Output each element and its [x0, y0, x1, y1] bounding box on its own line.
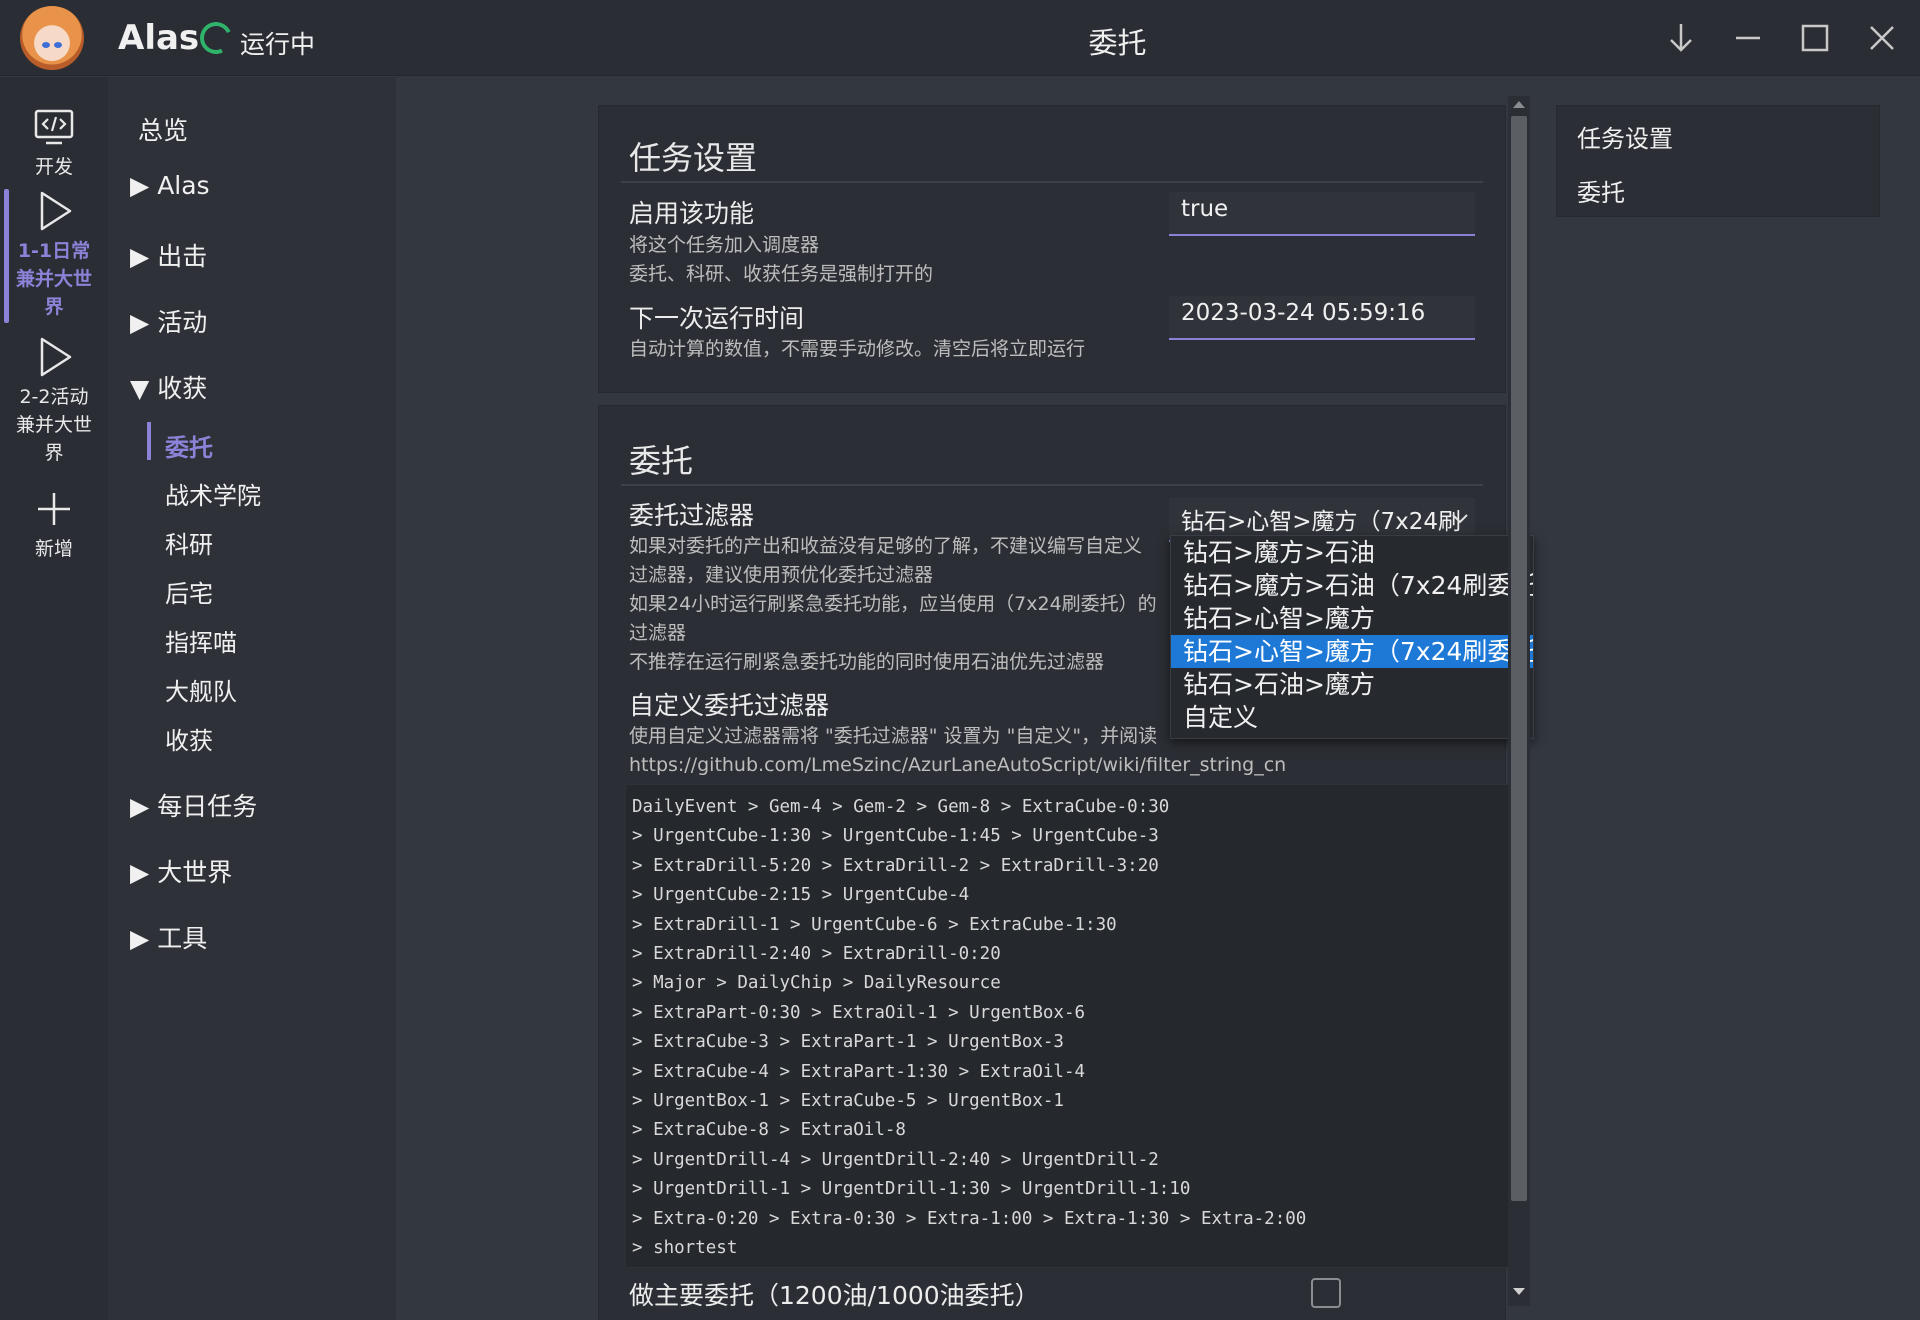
scroll-down-arrow-icon[interactable]: [1513, 1288, 1525, 1295]
nav-item-tactical-class[interactable]: 战术学院: [165, 476, 261, 511]
major-commission-label: 做主要委托（1200油/1000油委托）: [629, 1281, 1040, 1310]
nav-group-label: 收获: [157, 374, 208, 403]
next-run-help: 自动计算的数值，不需要手动修改。清空后将立即运行: [629, 338, 1086, 360]
custom-filter-textarea[interactable]: DailyEvent > Gem-4 > Gem-2 > Gem-8 > Ext…: [625, 784, 1509, 1268]
dropdown-option[interactable]: 自定义: [1171, 701, 1533, 734]
nav-group-event[interactable]: ▶ 活动: [130, 303, 207, 339]
dropdown-option-selected[interactable]: 钻石>心智>魔方（7x24刷委托）: [1171, 635, 1533, 668]
rail-item-label: 1-1日常兼并大世界: [15, 240, 92, 318]
help-line: 委托、科研、收获任务是强制打开的: [629, 263, 934, 285]
nav-group-label: 活动: [157, 308, 208, 337]
rail-item-instance-1[interactable]: 1-1日常兼并大世界: [0, 187, 108, 321]
divider: [621, 484, 1483, 486]
card-title: 委托: [629, 442, 694, 480]
rail-item-instance-2[interactable]: 2-2活动兼并大世界: [0, 333, 108, 467]
maximize-icon: [1801, 24, 1829, 52]
help-line: 过滤器，建议使用预优化委托过滤器: [629, 564, 934, 586]
toc-item-task-settings[interactable]: 任务设置: [1577, 119, 1673, 154]
enable-field[interactable]: true: [1169, 192, 1475, 236]
nav-group-label: 出击: [157, 242, 208, 271]
nav-item-reward[interactable]: 收获: [165, 721, 213, 756]
dropdown-option[interactable]: 钻石>魔方>石油（7x24刷委托）: [1171, 569, 1533, 602]
rail-item-label: 新增: [34, 538, 73, 560]
nav-group-alas[interactable]: ▶ Alas: [130, 171, 210, 200]
nav-group-label: 工具: [157, 924, 208, 953]
maximize-button[interactable]: [1795, 18, 1835, 58]
instance-rail: 开发 1-1日常兼并大世界 2-2活动兼并大世界 新增: [0, 77, 108, 1320]
app-name: Alas: [118, 18, 200, 58]
nav-group-daily[interactable]: ▶ 每日任务: [130, 787, 257, 823]
enable-label: 启用该功能: [629, 199, 755, 228]
filter-help: 如果对委托的产出和收益没有足够的了解，不建议编写自定义 过滤器，建议使用预优化委…: [629, 532, 1157, 677]
rail-item-label: 开发: [34, 156, 73, 178]
download-button[interactable]: [1661, 18, 1701, 58]
status-text: 运行中: [240, 30, 316, 59]
close-icon: [1870, 26, 1894, 50]
rail-item-add[interactable]: 新增: [0, 485, 108, 563]
enable-help: 将这个任务加入调度器 委托、科研、收获任务是强制打开的: [629, 231, 933, 289]
nav-item-guild[interactable]: 大舰队: [165, 672, 237, 707]
major-commission-checkbox[interactable]: [1311, 1278, 1341, 1308]
next-run-field[interactable]: 2023-03-24 05:59:16: [1169, 296, 1475, 340]
card-title: 任务设置: [629, 139, 758, 177]
filter-select-value: 钻石>心智>魔方（7x24刷: [1181, 509, 1462, 535]
code-monitor-icon: [34, 109, 74, 145]
nav-group-label: Alas: [157, 171, 210, 200]
nav-item-commission[interactable]: 委托: [165, 428, 213, 463]
play-icon: [40, 337, 72, 377]
filter-label: 委托过滤器: [629, 501, 755, 530]
close-button[interactable]: [1862, 18, 1902, 58]
chevron-down-icon: [1452, 514, 1468, 524]
rail-item-label: 2-2活动兼并大世界: [15, 386, 92, 464]
title-bar: Alas 运行中 委托: [0, 0, 1920, 76]
help-link[interactable]: https://github.com/LmeSzinc/AzurLaneAuto…: [629, 751, 1286, 780]
nav-item-research[interactable]: 科研: [165, 525, 213, 560]
dropdown-option[interactable]: 钻石>心智>魔方: [1171, 602, 1533, 635]
task-settings-card: 任务设置 启用该功能 将这个任务加入调度器 委托、科研、收获任务是强制打开的 t…: [598, 105, 1506, 393]
nav-group-label: 每日任务: [157, 792, 258, 821]
next-run-label: 下一次运行时间: [629, 304, 805, 333]
nav-menu: 总览 ▶ Alas ▶ 出击 ▶ 活动 ▼ 收获 委托 战术学院 科研 后宅 指…: [108, 77, 396, 1320]
rail-item-dev[interactable]: 开发: [0, 103, 108, 181]
nav-group-sortie[interactable]: ▶ 出击: [130, 237, 207, 273]
dropdown-option[interactable]: 钻石>石油>魔方: [1171, 668, 1533, 701]
nav-overview[interactable]: 总览: [138, 111, 188, 147]
nav-group-reward[interactable]: ▼ 收获: [130, 369, 207, 405]
nav-item-dorm[interactable]: 后宅: [165, 574, 213, 609]
nav-active-indicator: [147, 422, 151, 460]
help-line: 如果对委托的产出和收益没有足够的了解，不建议编写自定义: [629, 535, 1143, 557]
avatar-eye-left: [42, 42, 50, 48]
nav-group-opsi[interactable]: ▶ 大世界: [130, 853, 232, 889]
help-line: 如果24小时运行刷紧急委托功能，应当使用（7x24刷委托）的: [629, 593, 1157, 615]
running-spinner-icon: [195, 17, 237, 59]
scrollbar-thumb[interactable]: [1511, 116, 1527, 1201]
plus-icon: [38, 493, 70, 525]
content-scrollbar[interactable]: [1508, 96, 1530, 1306]
nav-group-tools[interactable]: ▶ 工具: [130, 919, 207, 955]
nav-group-label: 大世界: [157, 858, 233, 887]
avatar[interactable]: [20, 6, 84, 70]
minimize-icon: [1736, 36, 1760, 40]
download-icon: [1670, 24, 1692, 52]
table-of-contents: 任务设置 委托: [1556, 105, 1880, 217]
custom-filter-label: 自定义委托过滤器: [629, 691, 830, 720]
dropdown-option[interactable]: 钻石>魔方>石油: [1171, 536, 1533, 569]
minimize-button[interactable]: [1728, 18, 1768, 58]
help-line: 过滤器: [629, 622, 687, 644]
divider: [621, 181, 1483, 183]
scroll-up-arrow-icon[interactable]: [1513, 101, 1525, 108]
filter-dropdown-list: 钻石>魔方>石油 钻石>魔方>石油（7x24刷委托） 钻石>心智>魔方 钻石>心…: [1170, 535, 1534, 739]
toc-item-commission[interactable]: 委托: [1577, 173, 1625, 208]
play-icon: [40, 191, 72, 231]
help-line: 将这个任务加入调度器: [629, 234, 820, 256]
nav-item-meowfficer[interactable]: 指挥喵: [165, 623, 237, 658]
help-line: 不推荐在运行刷紧急委托功能的同时使用石油优先过滤器: [629, 651, 1105, 673]
avatar-eye-right: [54, 42, 62, 48]
